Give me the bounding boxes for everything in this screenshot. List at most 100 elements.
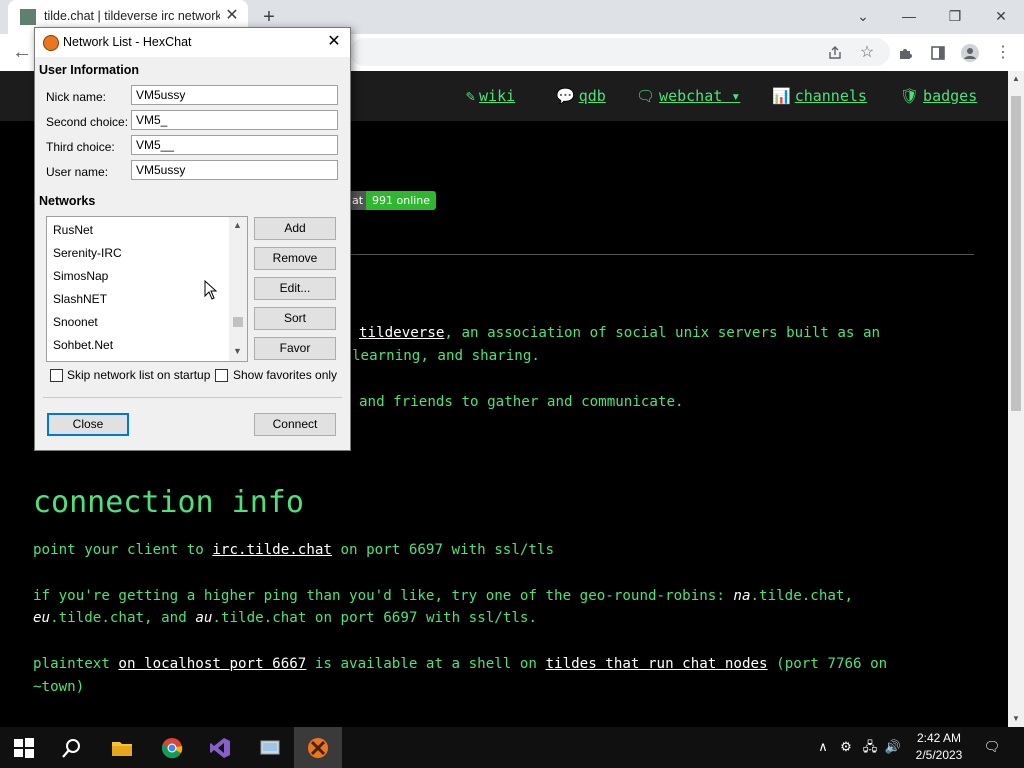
nav-webchat-label: webchat — [659, 87, 723, 105]
third-choice-input[interactable]: VM5__ — [131, 135, 338, 155]
window-close-button[interactable]: ✕ — [978, 4, 1024, 28]
network-item[interactable]: SimosNap — [53, 269, 108, 283]
nav-link-qdb[interactable]: 💬 qdb — [556, 87, 606, 105]
connect-instructions: point your client to irc.tilde.chat on p… — [33, 539, 554, 561]
ping-pre: if you're getting a higher ping than you… — [33, 588, 734, 604]
ping-eu-post: .tilde.chat, and — [50, 610, 196, 626]
scrollbar-thumb[interactable] — [1011, 96, 1021, 411]
tildeverse-link[interactable]: tildeverse — [359, 325, 444, 341]
tab-search-icon[interactable]: ⌄ — [840, 4, 886, 28]
network-item[interactable]: RusNet — [53, 223, 93, 237]
chrome-icon — [162, 738, 183, 759]
plaintext-line-1: plaintext on localhost port 6667 is avai… — [33, 653, 887, 675]
user-name-input[interactable]: VM5ussy — [131, 160, 338, 180]
skip-network-list-label: Skip network list on startup — [67, 368, 211, 382]
connection-info-heading: connection info — [33, 485, 304, 520]
user-info-heading: User Information — [39, 63, 140, 77]
scroll-up-icon[interactable]: ▲ — [1008, 71, 1024, 87]
network-item[interactable]: Serenity-IRC — [53, 246, 122, 260]
list-scroll-up-icon[interactable]: ▲ — [233, 220, 242, 230]
taskbar-visual-studio[interactable] — [196, 727, 244, 768]
network-item[interactable]: Snoonet — [53, 315, 98, 329]
visual-studio-icon — [210, 738, 230, 758]
bookmark-star-icon[interactable]: ☆ — [854, 40, 880, 66]
point-pre: point your client to — [33, 542, 213, 558]
nick-name-input[interactable]: VM5ussy — [131, 85, 338, 105]
clock-date[interactable]: 2/5/2023 — [904, 748, 974, 762]
start-button[interactable] — [0, 727, 48, 768]
taskbar-control-panel[interactable] — [246, 727, 294, 768]
taskbar-file-explorer[interactable] — [98, 727, 146, 768]
bar-chart-icon: 📊 — [772, 87, 791, 105]
tab-favicon-icon — [20, 9, 36, 25]
nick-label: Nick name: — [46, 90, 107, 104]
volume-icon[interactable]: 🔊 — [883, 737, 903, 757]
skip-network-list-checkbox[interactable] — [50, 369, 63, 382]
close-button[interactable]: Close — [47, 413, 129, 436]
show-favorites-label: Show favorites only — [233, 368, 338, 382]
point-post: on port 6697 with ssl/tls — [331, 542, 555, 558]
plain-pre: plaintext — [33, 656, 119, 672]
nav-link-wiki[interactable]: ✎ wiki — [466, 87, 515, 105]
tray-app-icon[interactable]: ⚙ — [836, 737, 856, 757]
address-bar[interactable] — [350, 38, 890, 66]
share-icon[interactable] — [822, 40, 848, 66]
scroll-down-icon[interactable]: ▼ — [1008, 711, 1024, 727]
list-scroll-down-icon[interactable]: ▼ — [233, 346, 242, 356]
chat-nodes-link[interactable]: tildes that run chat nodes — [546, 656, 768, 672]
taskbar-hexchat[interactable] — [294, 727, 342, 768]
hexchat-icon — [308, 738, 328, 758]
extensions-icon[interactable] — [893, 40, 919, 66]
side-panel-icon[interactable] — [925, 40, 951, 66]
ping-eu: eu — [33, 610, 51, 626]
nav-link-badges[interactable]: 🛡 badges — [900, 87, 977, 105]
nav-badges-label: badges — [923, 87, 978, 105]
ping-na-post: .tilde.chat, — [750, 588, 854, 604]
ping-au: au — [195, 610, 213, 626]
show-hidden-icons-icon[interactable]: ∧ — [813, 737, 833, 757]
edit-network-button[interactable]: Edit... — [254, 277, 336, 300]
nav-link-channels[interactable]: 📊 channels — [772, 87, 867, 105]
remove-network-button[interactable]: Remove — [254, 247, 336, 270]
network-icon[interactable]: 🖧 — [860, 737, 880, 757]
second-choice-input[interactable]: VM5_ — [131, 110, 338, 130]
connect-button[interactable]: Connect — [254, 413, 336, 436]
favor-network-button[interactable]: Favor — [254, 337, 336, 360]
geo-line-1: if you're getting a higher ping than you… — [33, 585, 853, 607]
dialog-title: Network List - HexChat — [63, 35, 192, 49]
notifications-icon[interactable]: 🗨 — [982, 737, 1002, 757]
search-button[interactable] — [48, 727, 96, 768]
tab-close-icon[interactable]: ✕ — [222, 6, 242, 26]
new-tab-button[interactable]: + — [256, 5, 282, 29]
localhost-link[interactable]: on localhost port 6667 — [118, 656, 306, 672]
search-icon — [62, 739, 80, 758]
profile-avatar-icon[interactable] — [957, 40, 983, 66]
nav-link-webchat[interactable]: 🗨 webchat ▾ — [636, 87, 740, 105]
dialog-close-icon[interactable]: ✕ — [322, 31, 346, 53]
plain-post: (port 7766 on — [767, 656, 888, 672]
tab-title[interactable]: tilde.chat | tildeverse irc network — [44, 9, 220, 23]
network-list-scroll-thumb[interactable] — [233, 317, 243, 327]
network-item[interactable]: SlashNET — [53, 292, 107, 306]
clock-time[interactable]: 2:42 AM — [904, 731, 974, 745]
back-button[interactable]: ← — [10, 40, 34, 64]
comments-icon: 🗨 — [636, 87, 656, 105]
show-favorites-checkbox[interactable] — [215, 369, 228, 382]
network-list-scrollbar[interactable] — [229, 217, 247, 361]
plain-mid: is available at a shell on — [306, 656, 546, 672]
nav-channels-label: channels — [794, 87, 867, 105]
minimize-button[interactable]: — — [886, 4, 932, 28]
control-panel-icon — [260, 740, 280, 755]
network-item[interactable]: Sohbet.Net — [53, 338, 113, 352]
add-network-button[interactable]: Add — [254, 217, 336, 240]
hexchat-icon — [43, 35, 59, 51]
restore-button[interactable]: ❐ — [932, 4, 978, 28]
taskbar-chrome[interactable] — [148, 727, 196, 768]
irc-server-link[interactable]: irc.tilde.chat — [212, 542, 332, 558]
divider — [350, 254, 974, 255]
chrome-menu-icon[interactable]: ⋮ — [990, 40, 1016, 66]
sort-networks-button[interactable]: Sort — [254, 307, 336, 330]
folder-icon — [112, 742, 132, 756]
dialog-separator — [43, 397, 342, 398]
caret-down-icon: ▾ — [722, 87, 741, 105]
